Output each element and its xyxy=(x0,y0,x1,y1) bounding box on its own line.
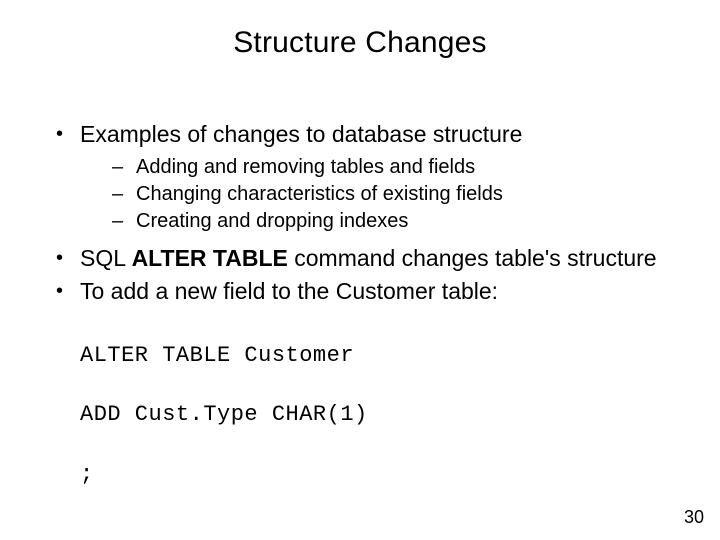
sub-bullet-change-chars: Changing characteristics of existing fie… xyxy=(80,182,680,207)
bullet-text-bold: ALTER TABLE xyxy=(132,245,288,271)
bullet-examples: Examples of changes to database structur… xyxy=(50,120,680,234)
code-line-2: ADD Cust.Type CHAR(1) xyxy=(80,400,680,430)
bullet-alter-table: SQL ALTER TABLE command changes table's … xyxy=(50,244,680,273)
bullet-list: Examples of changes to database structur… xyxy=(50,120,680,305)
slide-body: Examples of changes to database structur… xyxy=(50,120,680,519)
bullet-text-post: command changes table's structure xyxy=(288,245,657,271)
sub-bullet-list: Adding and removing tables and fields Ch… xyxy=(80,155,680,234)
code-line-1: ALTER TABLE Customer xyxy=(80,341,680,371)
bullet-add-field: To add a new field to the Customer table… xyxy=(50,277,680,306)
bullet-text: Examples of changes to database structur… xyxy=(80,121,522,147)
bullet-text-pre: SQL xyxy=(80,245,132,271)
bullet-text: To add a new field to the Customer table… xyxy=(80,278,498,304)
slide-title: Structure Changes xyxy=(0,0,720,60)
page-number: 30 xyxy=(684,507,704,528)
sql-code-block: ALTER TABLE Customer ADD Cust.Type CHAR(… xyxy=(80,311,680,519)
sub-bullet-indexes: Creating and dropping indexes xyxy=(80,209,680,234)
slide: Structure Changes Examples of changes to… xyxy=(0,0,720,540)
sub-bullet-add-remove: Adding and removing tables and fields xyxy=(80,155,680,180)
code-line-3: ; xyxy=(80,460,680,490)
